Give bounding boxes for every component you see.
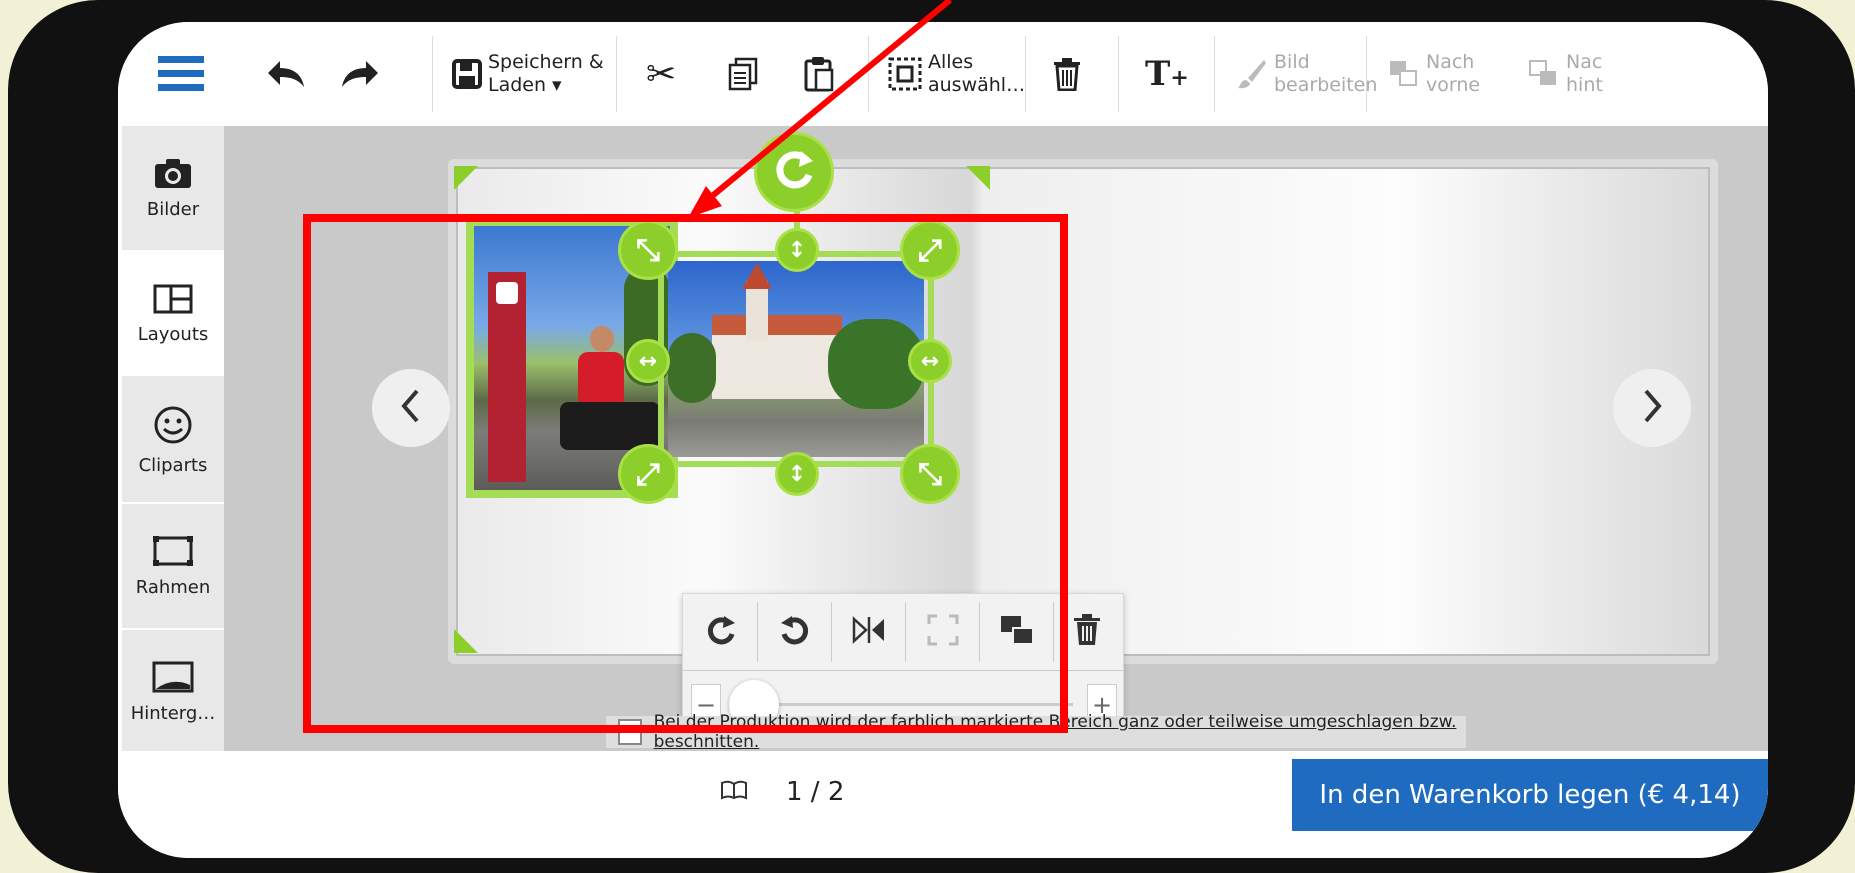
annotation-arrow (688, 0, 952, 218)
